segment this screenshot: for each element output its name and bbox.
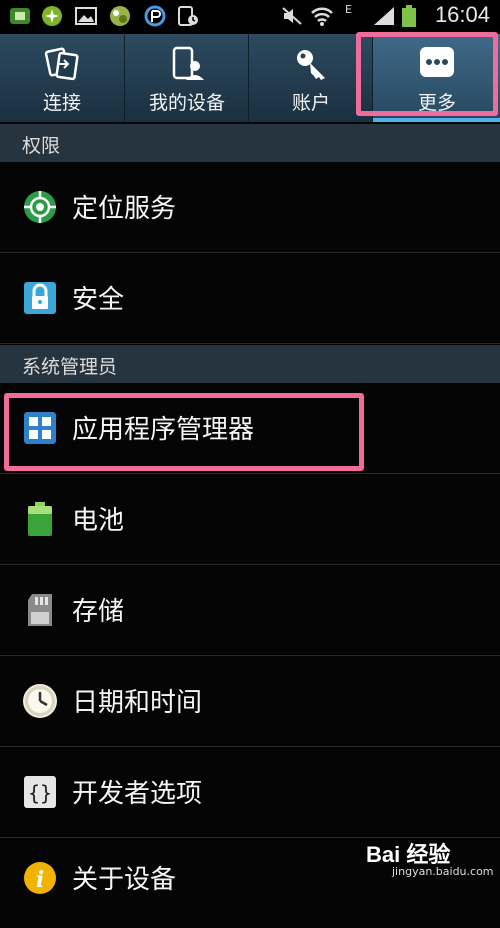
section-header-permissions: 权限 [0,124,500,162]
item-label: 存储 [72,596,125,627]
highlight-more-tab [356,32,498,116]
lock-icon [24,282,56,314]
clock-icon [23,684,57,718]
item-label: 电池 [72,505,125,536]
section-title: 权限 [22,135,61,157]
highlight-application-manager [4,393,364,471]
item-label: 定位服务 [72,193,177,224]
network-type-label: E [345,3,352,16]
item-label: 安全 [72,284,125,315]
tab-accounts[interactable]: 账户 [248,34,373,122]
section-title: 系统管理员 [22,356,118,378]
info-icon: i [24,862,56,894]
battery-icon [402,5,416,27]
list-item-date-time[interactable]: 日期和时间 [0,656,500,747]
watermark-url: jingyan.baidu.com [392,865,494,878]
baidu-jingyan-watermark: Bai 经验 jingyan.baidu.com [362,835,494,883]
list-item-location-services[interactable]: 定位服务 [0,162,500,253]
tab-label: 连接 [42,92,81,114]
sd-card-icon [28,594,52,626]
mute-icon [282,7,302,25]
device-icon [172,46,204,80]
svg-text:{}: {} [28,781,52,805]
app-icon [110,6,130,26]
list-item-developer-options[interactable]: {} 开发者选项 [0,747,500,838]
list-item-security[interactable]: 安全 [0,253,500,344]
selected-tab-indicator [373,118,500,122]
clock-time: 16:04 [434,2,490,27]
signal-icon [374,7,394,25]
game-icon [42,6,62,26]
status-bar: E 16:04 [0,0,500,34]
tab-label: 账户 [291,92,330,114]
sim-icon [10,8,30,24]
wifi-icon [311,7,333,26]
section-header-system-admin: 系统管理员 [0,345,500,383]
refresh-app-icon [144,5,166,27]
settings-tabs: 连接 我的设备 账户 更多 [0,32,500,122]
key-icon [297,50,325,80]
tab-label: 我的设备 [148,92,225,114]
tab-connection[interactable]: 连接 [0,34,124,122]
battery-icon [28,502,52,536]
list-item-battery[interactable]: 电池 [0,474,500,565]
braces-icon: {} [24,776,56,808]
connection-icon [44,47,79,81]
item-label: 开发者选项 [72,778,203,809]
tab-my-device[interactable]: 我的设备 [124,34,249,122]
list-item-storage[interactable]: 存储 [0,565,500,656]
svg-text:i: i [36,867,44,893]
item-label: 日期和时间 [72,687,203,718]
image-icon [75,7,97,25]
item-label: 关于设备 [72,864,177,895]
screenshot-icon [178,6,198,26]
location-icon [24,191,56,223]
